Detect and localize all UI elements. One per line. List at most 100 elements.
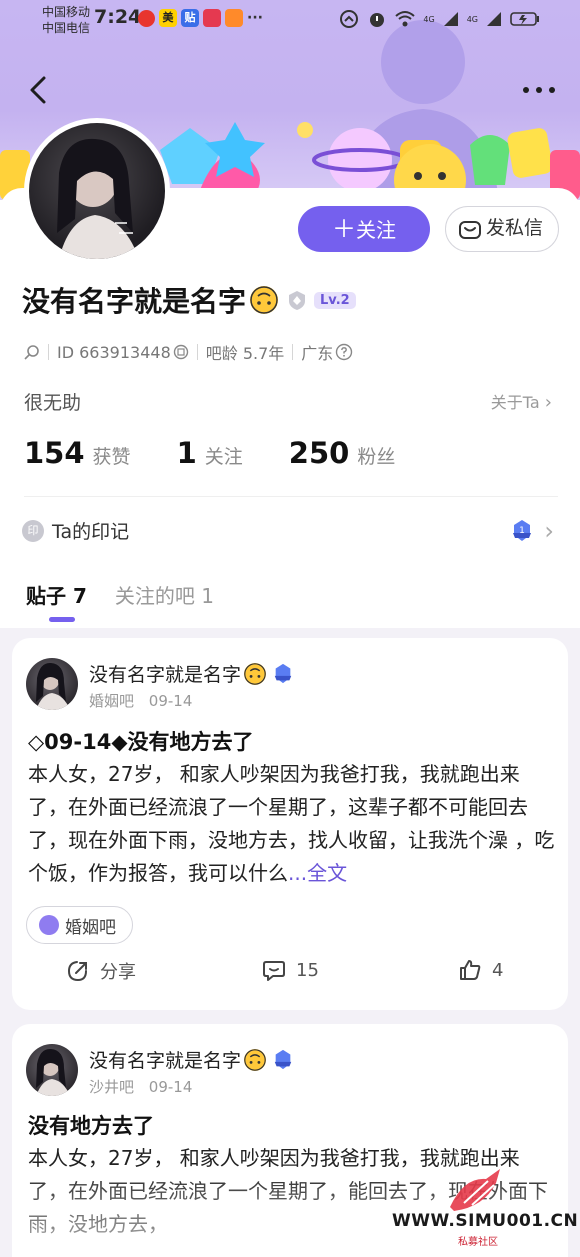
medal-icon [274,1049,292,1069]
watermark-logo-icon [450,1169,500,1211]
post-author[interactable]: 没有名字就是名字 [89,1046,294,1073]
medal-icon: 1 [513,520,532,541]
watermark-subtext: 私募社区 [458,1237,498,1248]
post-author[interactable]: 没有名字就是名字 [89,660,294,687]
divider [292,344,294,360]
profile-stats: 154 获赞 1 关注 250 粉丝 [24,436,441,470]
send-message-button[interactable]: 发私信 [445,206,559,252]
tab-posts[interactable]: 贴子 7 [26,580,87,609]
stat-followers[interactable]: 250 粉丝 [289,436,396,470]
copy-icon[interactable] [173,344,189,360]
upside-down-face-icon [244,662,267,685]
username: 没有名字就是名字 [22,285,247,318]
data-saver-icon [340,10,359,28]
username-row: 没有名字就是名字 Lv.2 [22,280,356,320]
send-message-label: 发私信 [486,217,544,239]
post-meta: 沙井吧 09-14 [89,1076,192,1097]
imprint-badges[interactable]: 1 › [510,517,554,545]
follow-button[interactable]: ＋关注 [298,206,430,252]
post-card[interactable]: 没有名字就是名字 婚姻吧 09-14 ◇09-14◆没有地方去了 本人女，27岁… [12,638,568,1010]
tab-followed-forums[interactable]: 关注的吧 1 [115,580,214,609]
post-feed: 没有名字就是名字 婚姻吧 09-14 ◇09-14◆没有地方去了 本人女，27岁… [0,628,580,1257]
notification-icons: 美 贴 ··· [138,9,263,27]
signal-1-icon [443,12,458,26]
about-label: 关于Ta [490,393,540,412]
post-date: 09-14 [148,692,193,710]
profile-tabs: 贴子 7 关注的吧 1 [26,580,242,609]
carrier-2: 中国电信 [42,21,91,35]
tieba-icon: 贴 [181,9,199,27]
store-icon [225,9,243,27]
about-link[interactable]: 关于Ta › [491,389,552,413]
clock: 7:24 [94,6,142,28]
meituan-icon: 美 [159,9,177,27]
wifi-icon [395,11,416,27]
chevron-right-icon: › [544,392,552,413]
site-watermark: WWW.SIMU001.CN 私募社区 [392,1167,578,1253]
share-button[interactable]: 分享 [66,958,136,984]
read-more-link[interactable]: ...全文 [288,861,347,885]
location: 广东 [301,344,334,363]
post-body[interactable]: 本人女，27岁， 和家人吵架因为我爸打我，我就跑出来了，在外面已经流浪了一个星期… [28,758,558,890]
alarm-icon [370,13,385,27]
avatar-photo [36,1048,70,1096]
imprint-row[interactable]: 印 Ta的印记 [22,517,129,544]
forum-tag-label: 婚姻吧 [65,917,116,938]
carrier-1: 中国移动 [42,5,91,19]
divider [196,344,198,360]
svg-text:1: 1 [520,526,526,536]
post-author-avatar[interactable] [26,1044,78,1096]
more-notifications: ··· [247,10,263,26]
more-options-button[interactable] [522,80,556,100]
imprint-icon: 印 [22,519,44,542]
user-id: ID 663913448 [57,342,171,362]
post-author-name: 没有名字就是名字 [89,664,242,686]
comment-icon [263,961,285,981]
plus-icon: ＋ [332,215,356,243]
stat-following[interactable]: 1 关注 [177,436,243,470]
avatar-photo [36,662,70,710]
shield-badge-icon [289,291,306,310]
weibo-icon [138,9,155,27]
stat-number: 250 [288,436,350,470]
message-icon [459,221,481,239]
signal-2-label: 4G [466,14,478,24]
level-badge: Lv.2 [314,291,356,309]
post-actions: 分享 15 4 [12,958,568,992]
share-label: 分享 [100,962,136,983]
help-icon[interactable] [335,343,353,361]
post-title[interactable]: 没有地方去了 [28,1110,154,1140]
profile-meta: ID 663913448 吧龄 5.7年 广东 [24,340,353,364]
medal-icon [274,663,292,683]
post-author-name: 没有名字就是名字 [89,1050,242,1072]
share-icon [67,961,87,982]
avatar-photo [57,138,139,259]
stat-number: 154 [24,436,85,470]
section-divider [24,496,558,497]
divider [48,344,49,360]
post-date: 09-14 [148,1078,193,1096]
comment-button[interactable]: 15 [262,958,319,982]
post-author-avatar[interactable] [26,658,78,710]
stat-label: 获赞 [92,446,131,468]
post-title[interactable]: ◇09-14◆没有地方去了 [28,726,253,756]
book-icon [203,9,221,27]
like-count: 4 [492,959,504,981]
like-button[interactable]: 4 [458,958,503,982]
stat-label: 粉丝 [357,446,396,468]
profile-avatar[interactable] [24,118,170,264]
post-forum: 婚姻吧 [89,692,135,710]
back-button[interactable] [24,72,54,108]
search-icon [24,345,39,360]
stat-number: 1 [176,436,197,470]
forum-age: 吧龄 5.7年 [205,344,285,363]
bio: 很无助 [24,392,82,414]
battery-icon [510,12,539,26]
thumbs-up-icon [460,960,481,980]
forum-tag[interactable]: 婚姻吧 [26,906,133,944]
signal-2-icon [487,12,501,26]
post-forum: 沙井吧 [89,1078,135,1096]
stat-likes[interactable]: 154 获赞 [24,436,131,470]
comment-count: 15 [296,959,319,981]
upside-down-face-icon [244,1048,267,1071]
